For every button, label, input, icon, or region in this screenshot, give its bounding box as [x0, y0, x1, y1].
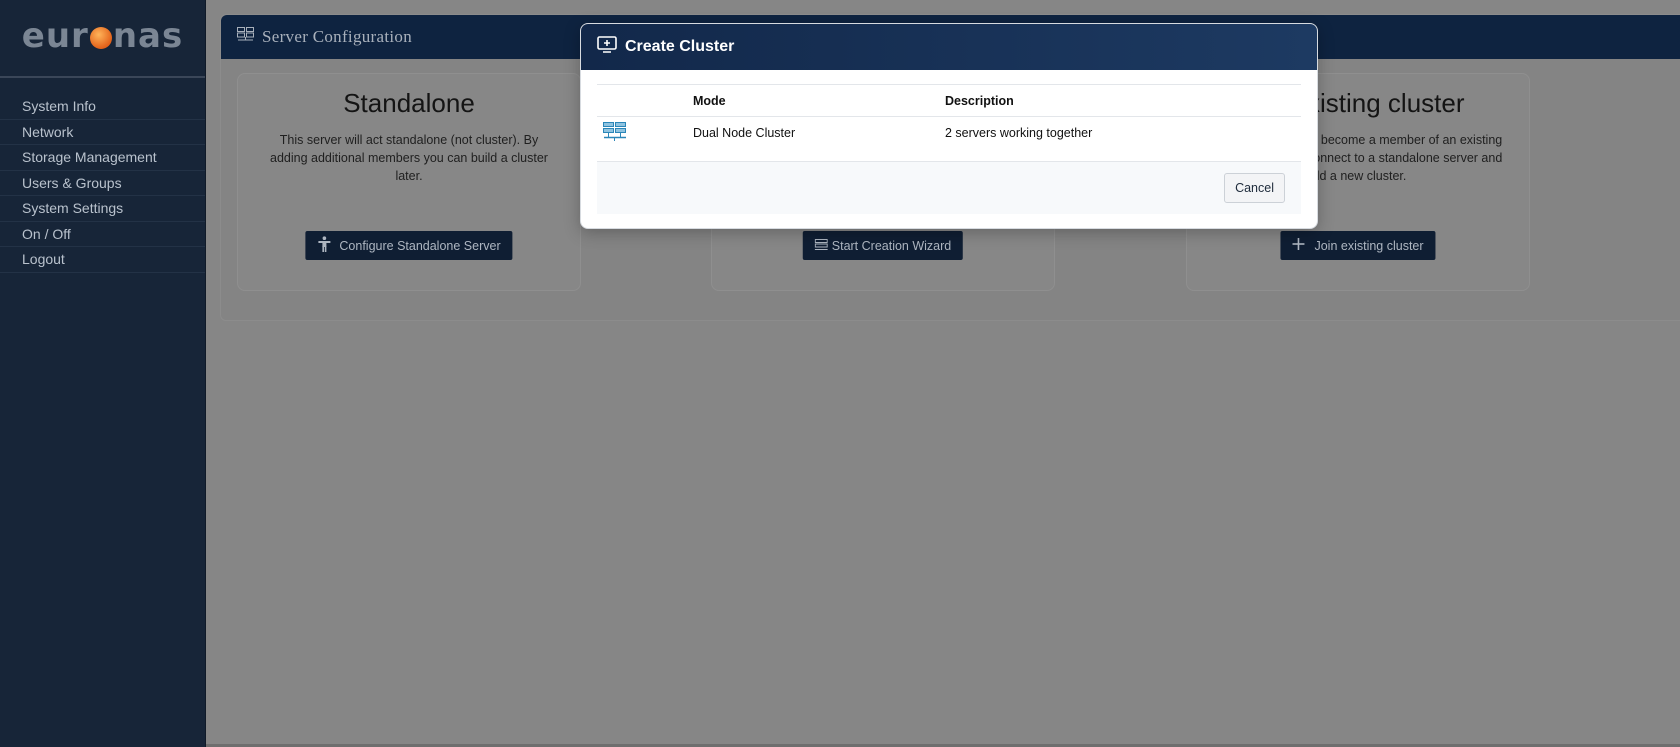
sidebar-item-network[interactable]: Network — [0, 120, 205, 145]
table-header-row: Mode Description — [597, 84, 1301, 117]
sidebar-item-storage-management[interactable]: Storage Management — [0, 145, 205, 171]
description-cell: 2 servers working together — [945, 116, 1301, 162]
person-icon — [317, 236, 331, 255]
modal-title: Create Cluster — [625, 38, 735, 55]
server-rack-icon — [237, 27, 254, 47]
sidebar-item-system-settings[interactable]: System Settings — [0, 196, 205, 222]
create-cluster-modal: Create Cluster Mode Description Dual Nod… — [580, 23, 1318, 229]
cancel-button[interactable]: Cancel — [1224, 173, 1285, 203]
column-header-description: Description — [945, 84, 1301, 117]
sidebar-item-logout[interactable]: Logout — [0, 247, 205, 273]
add-display-icon — [597, 36, 617, 58]
start-creation-wizard-button[interactable]: Start Creation Wizard — [802, 231, 964, 260]
sidebar: eur nas System Info Network Storage Manag… — [0, 0, 206, 747]
logo-dot-icon — [89, 27, 112, 49]
cluster-server-icon — [603, 121, 627, 145]
sidebar-item-on-off[interactable]: On / Off — [0, 222, 205, 247]
card-standalone: Standalone This server will act standalo… — [237, 73, 581, 291]
sidebar-nav: System Info Network Storage Management U… — [0, 94, 205, 273]
euronas-logo[interactable]: eur nas — [0, 0, 205, 78]
modal-body: Mode Description Dual Node Cluster 2 ser… — [581, 70, 1317, 162]
table-row[interactable]: Dual Node Cluster 2 servers working toge… — [597, 116, 1301, 162]
cluster-icon — [814, 238, 828, 253]
page-title: Server Configuration — [262, 27, 412, 46]
modal-header: Create Cluster — [581, 24, 1317, 70]
modal-footer: Cancel — [597, 162, 1301, 214]
mode-cell: Dual Node Cluster — [693, 116, 945, 162]
card-join-description: to become a member of an existing connec… — [1307, 133, 1503, 183]
configure-standalone-button[interactable]: Configure Standalone Server — [305, 231, 513, 260]
sidebar-item-system-info[interactable]: System Info — [0, 94, 205, 120]
column-header-mode: Mode — [693, 84, 945, 117]
card-standalone-description: This server will act standalone (not clu… — [270, 133, 548, 183]
sidebar-item-users-groups[interactable]: Users & Groups — [0, 171, 205, 196]
cluster-mode-table: Mode Description Dual Node Cluster 2 ser… — [597, 84, 1301, 162]
join-existing-cluster-button[interactable]: Join existing cluster — [1280, 231, 1436, 260]
card-standalone-title: Standalone — [343, 88, 475, 118]
plus-icon — [1292, 238, 1305, 253]
column-header-icon — [597, 84, 693, 117]
